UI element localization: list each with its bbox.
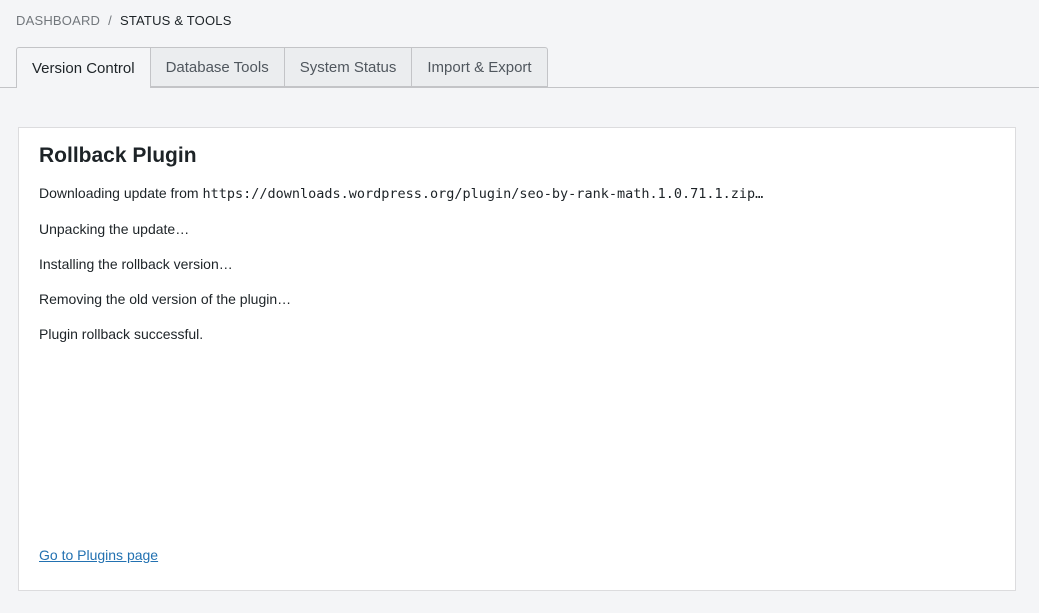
tabs-bar: Version Control Database Tools System St… [0, 47, 1039, 88]
tab-system-status[interactable]: System Status [284, 47, 413, 87]
tab-version-control[interactable]: Version Control [16, 47, 151, 88]
log-line-success: Plugin rollback successful. [39, 326, 204, 342]
rollback-panel: Rollback Plugin Downloading update from … [18, 127, 1016, 591]
page-title: Rollback Plugin [39, 144, 197, 167]
tab-list: Version Control Database Tools System St… [16, 47, 548, 88]
tab-database-tools[interactable]: Database Tools [150, 47, 285, 87]
log-line-removing: Removing the old version of the plugin… [39, 291, 292, 307]
rollback-log: Downloading update from https://download… [39, 184, 989, 360]
go-to-plugins-link[interactable]: Go to Plugins page [39, 547, 158, 563]
breadcrumb-dashboard-link[interactable]: DASHBOARD [16, 13, 100, 28]
tab-import-export[interactable]: Import & Export [412, 47, 548, 87]
log-line-download: Downloading update from https://download… [39, 184, 989, 203]
download-prefix: Downloading update from [39, 185, 199, 201]
breadcrumb-separator: / [108, 13, 112, 28]
log-line-installing: Installing the rollback version… [39, 256, 233, 272]
breadcrumb-current: STATUS & TOOLS [119, 13, 232, 28]
breadcrumb: DASHBOARD / STATUS & TOOLS [16, 13, 232, 28]
download-url: https://downloads.wordpress.org/plugin/s… [202, 186, 764, 202]
log-line-unpacking: Unpacking the update… [39, 221, 190, 237]
